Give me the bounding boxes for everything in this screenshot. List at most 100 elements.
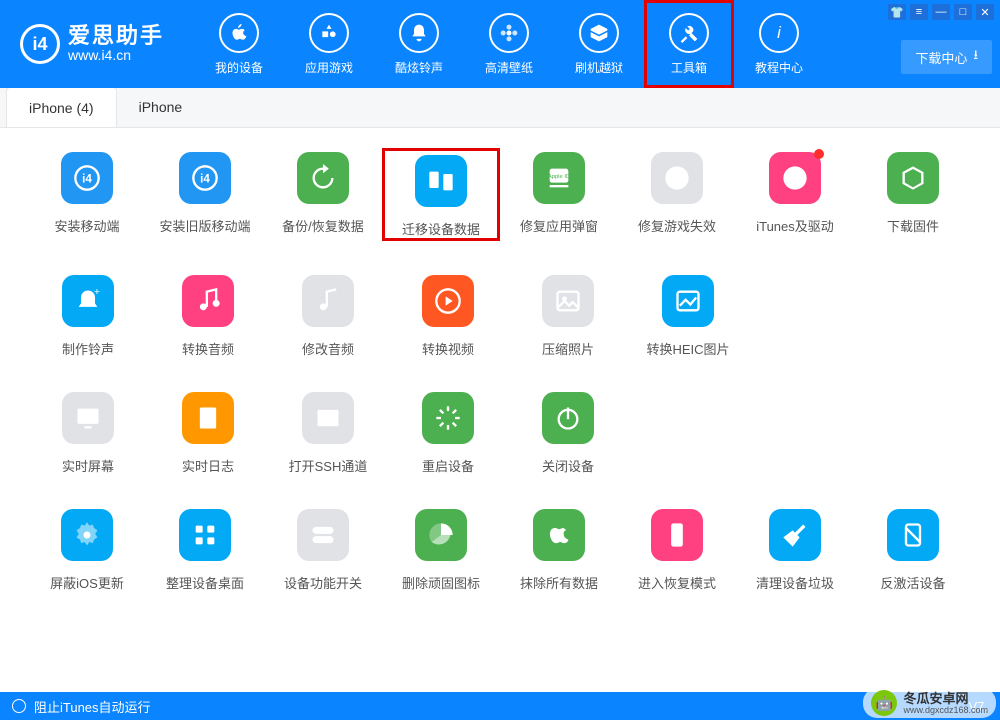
tool-label: 实时屏幕 bbox=[62, 456, 114, 475]
tool-play[interactable]: 转换视频 bbox=[388, 271, 508, 358]
tool-music[interactable]: 转换音频 bbox=[148, 271, 268, 358]
download-center-label: 下载中心 bbox=[915, 48, 967, 67]
appstore-icon bbox=[651, 152, 703, 204]
maximize-button[interactable]: □ bbox=[954, 4, 972, 20]
nav-label: 教程中心 bbox=[755, 59, 803, 76]
status-indicator-icon bbox=[12, 699, 26, 713]
status-bar: 阻止iTunes自动运行 V7. bbox=[0, 692, 1000, 720]
nav-info[interactable]: 教程中心 bbox=[734, 0, 824, 88]
tool-label: iTunes及驱动 bbox=[756, 216, 834, 235]
nav-label: 刷机越狱 bbox=[575, 59, 623, 76]
tool-label: 压缩照片 bbox=[542, 339, 594, 358]
tool-itunes[interactable]: iTunes及驱动 bbox=[736, 148, 854, 241]
applebite-icon bbox=[533, 509, 585, 561]
tool-broom[interactable]: 清理设备垃圾 bbox=[736, 505, 854, 592]
apple-icon bbox=[219, 13, 259, 53]
restore-icon bbox=[297, 152, 349, 204]
tool-label: 整理设备桌面 bbox=[166, 573, 244, 592]
tool-log[interactable]: 实时日志 bbox=[148, 388, 268, 475]
image-icon bbox=[542, 275, 594, 327]
tool-label: 抹除所有数据 bbox=[520, 573, 598, 592]
app-url: www.i4.cn bbox=[68, 48, 164, 63]
tool-gear[interactable]: 屏蔽iOS更新 bbox=[28, 505, 146, 592]
nav-label: 应用游戏 bbox=[305, 59, 353, 76]
tool-ssh[interactable]: 打开SSH通道 bbox=[268, 388, 388, 475]
tool-label: 修改音频 bbox=[302, 339, 354, 358]
watermark-url: www.dgxcdz168.com bbox=[903, 705, 988, 715]
apps-icon bbox=[309, 13, 349, 53]
nav-bell[interactable]: 酷炫铃声 bbox=[374, 0, 464, 88]
toggles-icon bbox=[297, 509, 349, 561]
tool-label: 进入恢复模式 bbox=[638, 573, 716, 592]
phone-icon bbox=[651, 509, 703, 561]
tool-label: 删除顽固图标 bbox=[402, 573, 480, 592]
nav-label: 酷炫铃声 bbox=[395, 59, 443, 76]
tool-label: 实时日志 bbox=[182, 456, 234, 475]
shirt-icon[interactable]: 👕 bbox=[888, 4, 906, 20]
tools-icon bbox=[669, 13, 709, 53]
tool-power[interactable]: 关闭设备 bbox=[508, 388, 628, 475]
nav-flower[interactable]: 高清壁纸 bbox=[464, 0, 554, 88]
minimize-button[interactable]: — bbox=[932, 4, 950, 20]
tool-logo[interactable]: 安装移动端 bbox=[28, 148, 146, 241]
tool-heic[interactable]: 转换HEIC图片 bbox=[628, 271, 748, 358]
tool-cube[interactable]: 下载固件 bbox=[854, 148, 972, 241]
tool-appleid[interactable]: 修复应用弹窗 bbox=[500, 148, 618, 241]
tool-label: 屏蔽iOS更新 bbox=[50, 573, 124, 592]
play-icon bbox=[422, 275, 474, 327]
itunes-icon bbox=[769, 152, 821, 204]
tool-label: 反激活设备 bbox=[880, 573, 945, 592]
tool-applebite[interactable]: 抹除所有数据 bbox=[500, 505, 618, 592]
tool-label: 关闭设备 bbox=[542, 456, 594, 475]
tool-musicedit[interactable]: 修改音频 bbox=[268, 271, 388, 358]
flower-icon bbox=[489, 13, 529, 53]
loading-icon bbox=[422, 392, 474, 444]
tool-toggles[interactable]: 设备功能开关 bbox=[264, 505, 382, 592]
bell-icon bbox=[399, 13, 439, 53]
nav-label: 我的设备 bbox=[215, 59, 263, 76]
close-button[interactable]: ✕ bbox=[976, 4, 994, 20]
logo-icon bbox=[179, 152, 231, 204]
info-icon bbox=[759, 13, 799, 53]
tool-loading[interactable]: 重启设备 bbox=[388, 388, 508, 475]
menu-button[interactable]: ≡ bbox=[910, 4, 928, 20]
tool-label: 下载固件 bbox=[887, 216, 939, 235]
nav-tools[interactable]: 工具箱 bbox=[644, 0, 734, 88]
nav-apps[interactable]: 应用游戏 bbox=[284, 0, 374, 88]
tool-appstore[interactable]: 修复游戏失效 bbox=[618, 148, 736, 241]
tool-transfer[interactable]: 迁移设备数据 bbox=[382, 148, 500, 241]
ssh-icon bbox=[302, 392, 354, 444]
appleid-icon bbox=[533, 152, 585, 204]
tool-label: 转换视频 bbox=[422, 339, 474, 358]
tool-monitor[interactable]: 实时屏幕 bbox=[28, 388, 148, 475]
tool-logo[interactable]: 安装旧版移动端 bbox=[146, 148, 264, 241]
tool-label: 修复应用弹窗 bbox=[520, 216, 598, 235]
deactivate-icon bbox=[887, 509, 939, 561]
device-tab[interactable]: iPhone bbox=[117, 87, 205, 127]
tool-pie[interactable]: 删除顽固图标 bbox=[382, 505, 500, 592]
device-tab[interactable]: iPhone (4) bbox=[6, 87, 117, 127]
transfer-icon bbox=[415, 155, 467, 207]
tool-phone[interactable]: 进入恢复模式 bbox=[618, 505, 736, 592]
cube-icon bbox=[887, 152, 939, 204]
download-icon: ⭳ bbox=[973, 46, 978, 68]
logo-icon: i4 bbox=[20, 24, 60, 64]
tool-image[interactable]: 压缩照片 bbox=[508, 271, 628, 358]
tool-label: 备份/恢复数据 bbox=[282, 216, 364, 235]
titlebar-controls: 👕 ≡ — □ ✕ bbox=[888, 4, 994, 20]
watermark: 🤖 冬瓜安卓网 www.dgxcdz168.com bbox=[863, 688, 996, 718]
music-icon bbox=[182, 275, 234, 327]
app-title: 爱思助手 bbox=[68, 24, 164, 48]
tool-bellplus[interactable]: 制作铃声 bbox=[28, 271, 148, 358]
itunes-block-toggle[interactable]: 阻止iTunes自动运行 bbox=[34, 697, 151, 716]
download-center-button[interactable]: 下载中心 ⭳ bbox=[901, 40, 992, 74]
nav-box[interactable]: 刷机越狱 bbox=[554, 0, 644, 88]
log-icon bbox=[182, 392, 234, 444]
tool-deactivate[interactable]: 反激活设备 bbox=[854, 505, 972, 592]
tool-label: 转换HEIC图片 bbox=[646, 339, 729, 358]
tool-grid[interactable]: 整理设备桌面 bbox=[146, 505, 264, 592]
monitor-icon bbox=[62, 392, 114, 444]
nav-apple[interactable]: 我的设备 bbox=[194, 0, 284, 88]
tool-label: 安装移动端 bbox=[54, 216, 119, 235]
tool-restore[interactable]: 备份/恢复数据 bbox=[264, 148, 382, 241]
